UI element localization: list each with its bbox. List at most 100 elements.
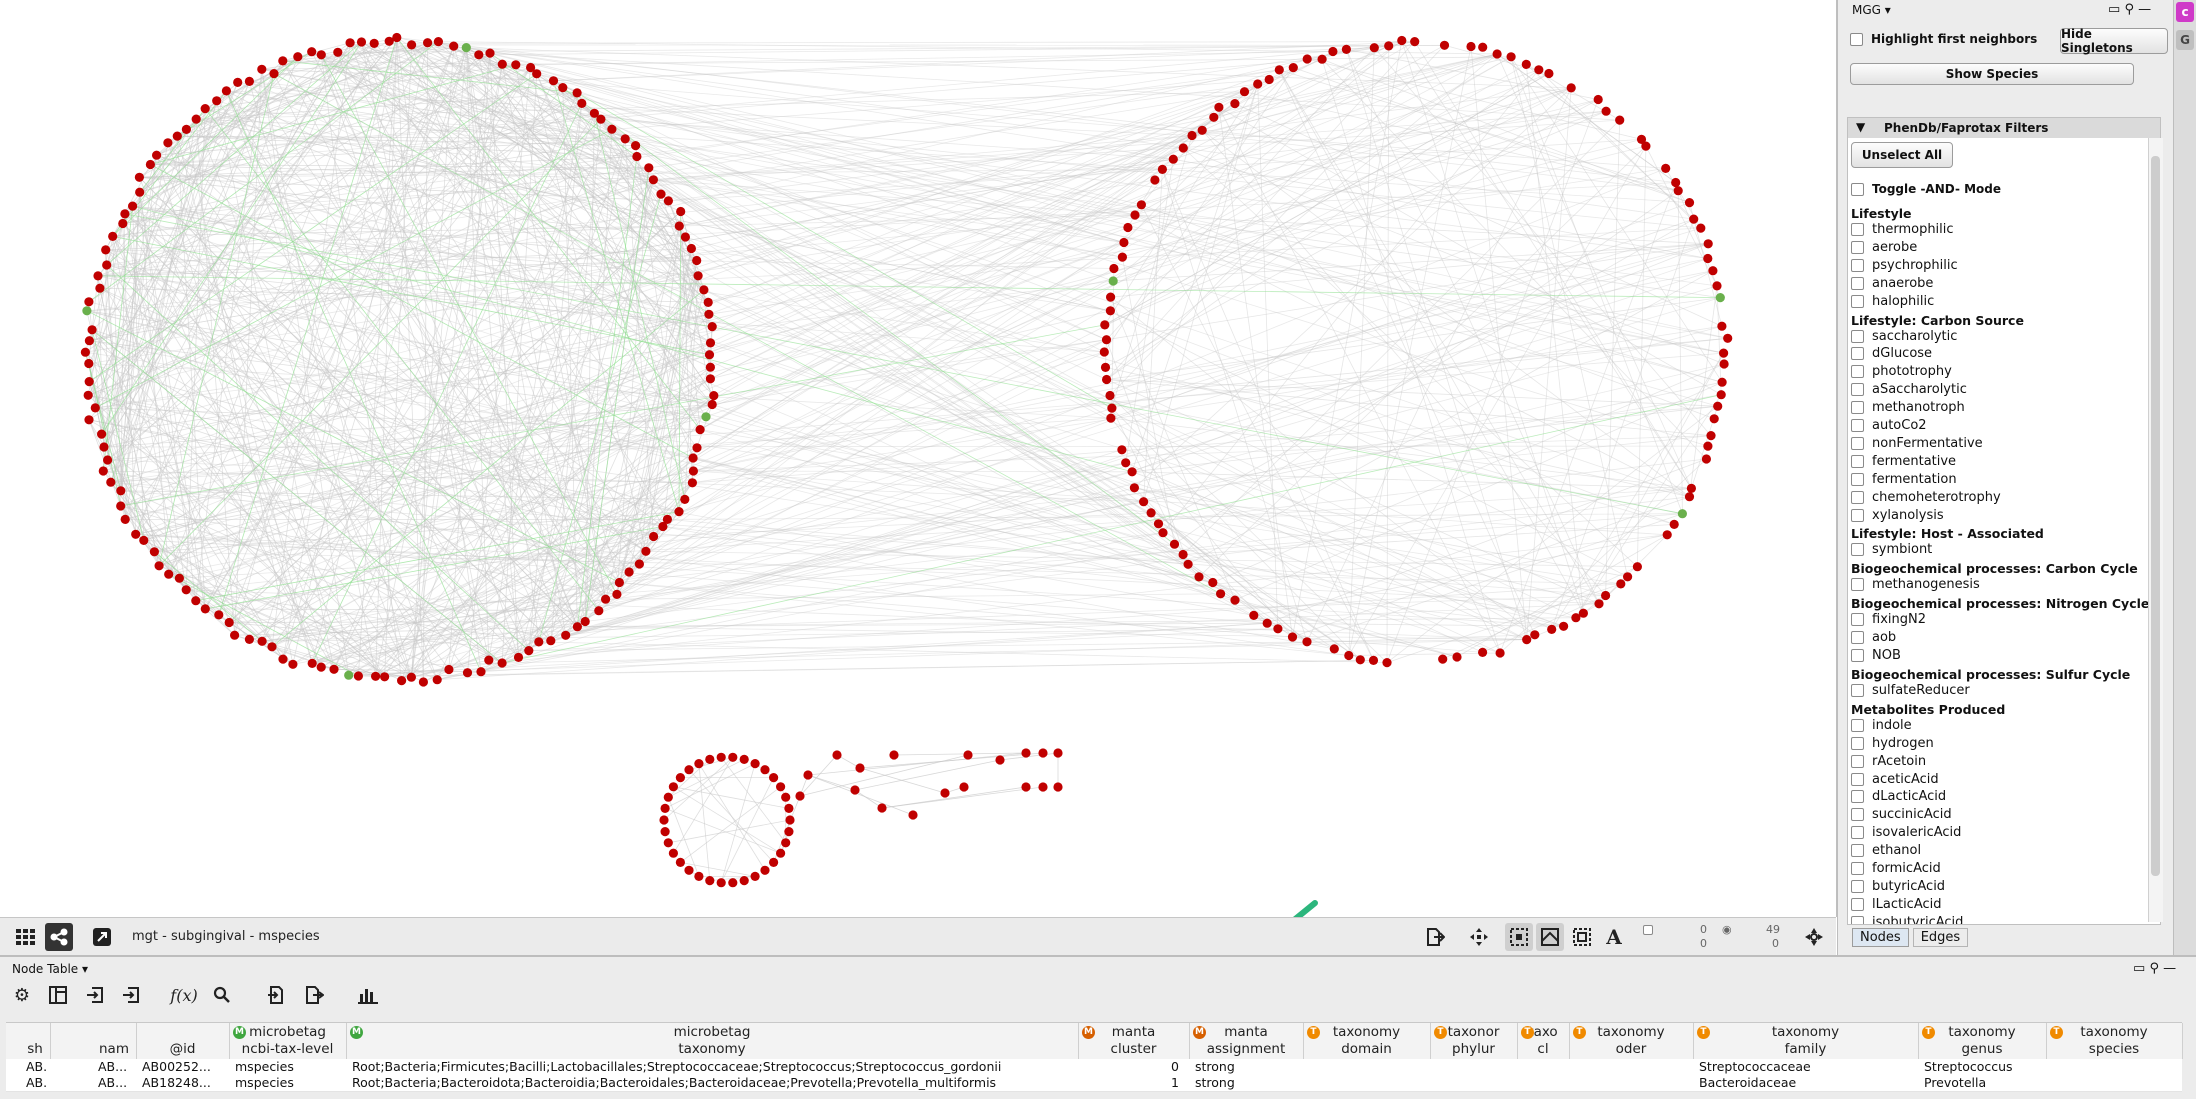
network-node[interactable] [1689,215,1698,224]
network-node[interactable] [1670,520,1679,529]
filter-checkbox[interactable] [1851,684,1864,697]
network-node[interactable] [1100,347,1109,356]
network-node[interactable] [632,152,641,161]
table-cell[interactable]: Root;Bacteria;Firmicutes;Bacilli;Lactoba… [352,1059,1076,1075]
network-node[interactable] [1119,238,1128,247]
table-cell[interactable]: AB... [98,1075,134,1091]
network-node[interactable] [706,374,715,383]
hide-singletons-button[interactable]: Hide Singletons [2060,28,2168,54]
network-node[interactable] [1369,656,1378,665]
filter-checkbox[interactable] [1851,631,1864,644]
network-node[interactable] [267,642,276,651]
column-header[interactable]: Ttaxocl [1517,1023,1570,1059]
filter-item[interactable]: fermentation [1851,472,1957,487]
filter-item[interactable]: aSaccharolytic [1851,382,1967,397]
network-node[interactable] [1687,484,1696,493]
network-node[interactable] [135,188,144,197]
filter-item[interactable]: thermophilic [1851,222,1954,237]
column-header[interactable]: Ttaxonorphylur [1430,1023,1518,1059]
network-node[interactable] [278,655,287,664]
filter-item[interactable]: NOB [1851,648,1901,663]
network-node[interactable] [689,466,698,475]
filter-checkbox[interactable] [1851,277,1864,290]
network-node[interactable] [1674,186,1683,195]
network-node[interactable] [1265,75,1274,84]
filter-checkbox[interactable] [1851,578,1864,591]
network-node[interactable] [1216,589,1225,598]
toggle-and-mode[interactable]: Toggle -AND- Mode [1851,182,2001,196]
network-node[interactable] [704,310,713,319]
network-node[interactable] [694,872,703,881]
network-node[interactable] [1107,404,1116,413]
network-node[interactable] [625,567,634,576]
annotation-icon[interactable] [1568,923,1596,951]
network-node[interactable] [1121,458,1130,467]
network-node[interactable] [1102,375,1111,384]
network-node[interactable] [1102,335,1111,344]
network-node[interactable] [784,804,793,813]
filter-checkbox[interactable] [1851,401,1864,414]
network-node[interactable] [108,232,117,241]
network-node[interactable] [1493,49,1502,58]
network-node[interactable] [1708,266,1717,275]
show-graphics-icon[interactable] [1536,923,1564,951]
network-node[interactable] [661,804,670,813]
filter-checkbox[interactable] [1851,844,1864,857]
network-node[interactable] [380,672,389,681]
network-node[interactable] [245,77,254,86]
network-node[interactable] [1100,320,1109,329]
network-node[interactable] [214,610,223,619]
filter-checkbox[interactable] [1851,347,1864,360]
network-node[interactable] [257,65,266,74]
selection-checkbox[interactable] [1643,925,1653,935]
network-node[interactable] [121,515,130,524]
network-node[interactable] [1703,254,1712,263]
network-node[interactable] [164,570,173,579]
column-header[interactable]: Ttaxonomyspecies [2046,1023,2183,1059]
network-node[interactable] [1452,652,1461,661]
pin-icon[interactable]: ⚲ [2124,2,2134,17]
gear-icon[interactable]: ⚙ [8,981,36,1009]
grid-view-icon[interactable] [11,923,39,951]
filter-checkbox[interactable] [1851,613,1864,626]
network-node[interactable] [1179,143,1188,152]
table-cell[interactable]: AB... [26,1059,48,1075]
network-node[interactable] [371,672,380,681]
network-node[interactable] [1478,43,1487,52]
network-node[interactable] [397,676,406,685]
network-node[interactable] [103,455,112,464]
filter-item[interactable]: symbiont [1851,542,1932,557]
network-node[interactable] [245,635,254,644]
network-node[interactable] [191,596,200,605]
network-node[interactable] [1158,165,1167,174]
network-node[interactable] [596,115,605,124]
filter-item[interactable]: isovalericAcid [1851,825,1961,840]
filter-checkbox[interactable] [1851,259,1864,272]
network-node[interactable] [1123,223,1132,232]
network-node[interactable] [1158,528,1167,537]
column-header[interactable]: sh [20,1023,51,1059]
table-cell[interactable]: Bacteroidaceae [1699,1075,1916,1091]
toggle-and-checkbox[interactable] [1851,183,1864,196]
network-node[interactable] [1106,293,1115,302]
network-node[interactable] [1253,79,1262,88]
app-chip-g[interactable]: G [2176,30,2194,50]
filter-item[interactable]: methanogenesis [1851,577,1980,592]
network-node[interactable] [1194,572,1203,581]
network-node[interactable] [1249,611,1258,620]
network-node[interactable] [1038,748,1047,757]
filter-checkbox[interactable] [1851,491,1864,504]
network-node[interactable] [995,755,1004,764]
network-node[interactable] [1038,782,1047,791]
network-node[interactable] [1720,359,1729,368]
network-node[interactable] [661,827,670,836]
network-node[interactable] [1109,276,1118,285]
filter-item[interactable]: succinicAcid [1851,807,1952,822]
chart-icon[interactable] [354,981,382,1009]
network-node[interactable] [760,866,769,875]
filter-item[interactable]: aceticAcid [1851,772,1939,787]
network-node[interactable] [785,815,794,824]
text-annotation-icon[interactable]: A [1600,923,1628,951]
network-node[interactable] [1118,253,1127,262]
filter-item[interactable]: chemoheterotrophy [1851,490,2001,505]
